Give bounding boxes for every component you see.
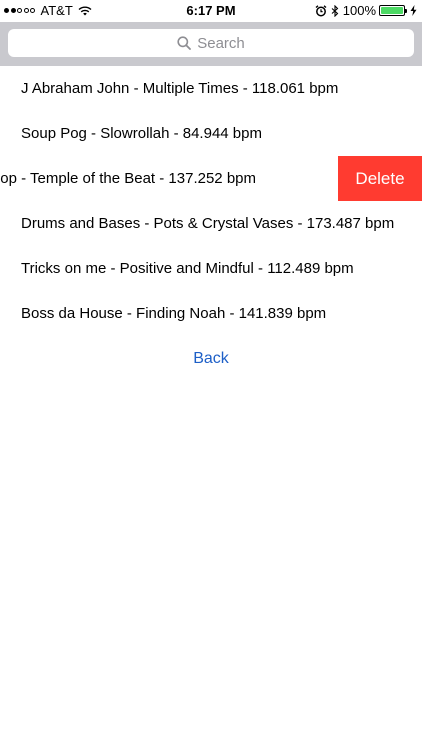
alarm-clock-icon: [315, 4, 327, 16]
status-bar: AT&T 6:17 PM 100%: [0, 0, 422, 22]
status-right: 100%: [315, 3, 417, 18]
track-label: Tricks on me - Positive and Mindful - 11…: [21, 260, 354, 277]
battery-percent: 100%: [342, 3, 376, 18]
track-list: J Abraham John - Multiple Times - 118.06…: [0, 66, 422, 381]
search-bar: Search: [0, 22, 422, 66]
track-label: Soup Pog - Slowrollah - 84.944 bpm: [21, 125, 262, 142]
track-row[interactable]: Boss da House - Finding Noah - 141.839 b…: [0, 291, 422, 336]
track-row-swiped[interactable]: rop - Temple of the Beat - 137.252 bpm D…: [0, 156, 422, 201]
track-label: Boss da House - Finding Noah - 141.839 b…: [21, 305, 327, 322]
track-row[interactable]: Drums and Bases - Pots & Crystal Vases -…: [0, 201, 422, 246]
bluetooth-icon: [331, 4, 339, 17]
search-icon: [177, 36, 192, 50]
delete-button[interactable]: Delete: [338, 156, 422, 201]
track-row[interactable]: Tricks on me - Positive and Mindful - 11…: [0, 246, 422, 291]
charging-bolt-icon: [410, 5, 417, 16]
battery-icon: [379, 5, 407, 16]
track-row[interactable]: Soup Pog - Slowrollah - 84.944 bpm: [0, 111, 422, 156]
back-row: Back: [0, 336, 422, 381]
back-button[interactable]: Back: [193, 350, 229, 367]
search-placeholder: Search: [197, 34, 245, 52]
battery-fill: [381, 7, 403, 14]
battery-cap: [405, 8, 407, 13]
track-label: Drums and Bases - Pots & Crystal Vases -…: [21, 215, 395, 232]
track-label: J Abraham John - Multiple Times - 118.06…: [21, 80, 339, 97]
track-label: rop - Temple of the Beat - 137.252 bpm: [0, 170, 256, 187]
search-input[interactable]: Search: [8, 29, 414, 57]
track-row[interactable]: J Abraham John - Multiple Times - 118.06…: [0, 66, 422, 111]
battery-body: [379, 5, 405, 16]
